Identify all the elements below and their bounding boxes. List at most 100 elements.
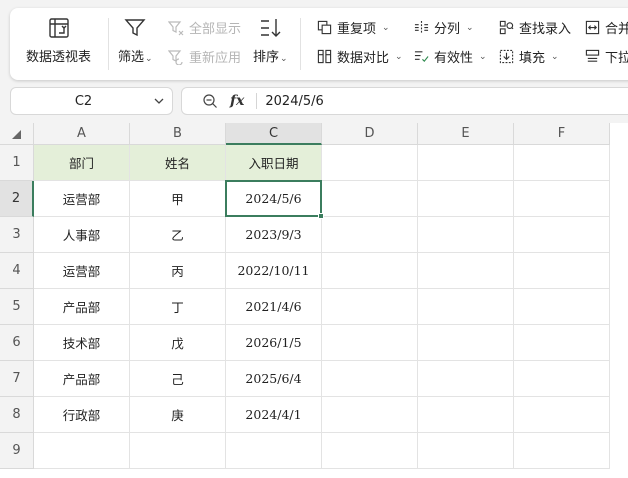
formula-bar[interactable]: fx 2024/5/6 (181, 87, 628, 115)
row-header-2[interactable]: 2 (0, 181, 34, 217)
dropdown-list-button[interactable]: 下拉 (585, 47, 628, 66)
cell-b2[interactable]: 甲 (130, 181, 226, 217)
zoom-icon[interactable] (202, 93, 218, 109)
column-header-c[interactable]: C (226, 123, 322, 145)
cell-b1[interactable]: 姓名 (130, 145, 226, 181)
row-header-1[interactable]: 1 (0, 145, 34, 181)
select-all-corner[interactable] (0, 123, 34, 145)
cell-d4[interactable] (322, 253, 418, 289)
cell-c4[interactable]: 2022/10/11 (226, 253, 322, 289)
cell-f9[interactable] (514, 433, 610, 469)
data-compare-button[interactable]: 数据对比 ⌄ (317, 47, 403, 66)
cell-b6[interactable]: 戊 (130, 325, 226, 361)
cell-a1[interactable]: 部门 (34, 145, 130, 181)
split-column-button[interactable]: 分列 ⌄ (414, 18, 474, 37)
cell-b8[interactable]: 庚 (130, 397, 226, 433)
merge-button[interactable]: 合并 (585, 18, 628, 37)
cell-d7[interactable] (322, 361, 418, 397)
cell-d5[interactable] (322, 289, 418, 325)
cell-c8[interactable]: 2024/4/1 (226, 397, 322, 433)
ribbon-divider (300, 18, 301, 70)
cell-c1[interactable]: 入职日期 (226, 145, 322, 181)
cell-a7[interactable]: 产品部 (34, 361, 130, 397)
pivot-table-label: 数据透视表 (26, 50, 92, 65)
cell-a3[interactable]: 人事部 (34, 217, 130, 253)
cell-c5[interactable]: 2021/4/6 (226, 289, 322, 325)
cell-a6[interactable]: 技术部 (34, 325, 130, 361)
cell-e3[interactable] (418, 217, 514, 253)
cell-f7[interactable] (514, 361, 610, 397)
cell-f6[interactable] (514, 325, 610, 361)
chevron-down-icon[interactable] (146, 95, 172, 107)
cell-b9[interactable] (130, 433, 226, 469)
name-box[interactable]: C2 (10, 87, 173, 115)
cell-b5[interactable]: 丁 (130, 289, 226, 325)
cell-a9[interactable] (34, 433, 130, 469)
split-column-icon (414, 20, 429, 35)
cell-f3[interactable] (514, 217, 610, 253)
duplicates-button[interactable]: 重复项 ⌄ (317, 18, 390, 37)
fill-label: 填充 (519, 51, 546, 66)
cell-a2[interactable]: 运营部 (34, 181, 130, 217)
row-header-5[interactable]: 5 (0, 289, 34, 325)
pivot-table-button[interactable]: 数据透视表 (26, 16, 91, 65)
cell-c3[interactable]: 2023/9/3 (226, 217, 322, 253)
show-all-button[interactable]: 全部显示 (168, 18, 241, 37)
row-header-4[interactable]: 4 (0, 253, 34, 289)
cell-c2[interactable]: 2024/5/6 (226, 181, 322, 217)
reapply-button[interactable]: 重新应用 (168, 47, 241, 66)
cell-e4[interactable] (418, 253, 514, 289)
filter-button[interactable]: 筛选⌄ (118, 16, 153, 65)
cell-b7[interactable]: 己 (130, 361, 226, 397)
column-header-e[interactable]: E (418, 123, 514, 145)
fill-handle[interactable] (318, 213, 324, 219)
fx-icon[interactable]: fx (230, 93, 244, 109)
row-header-7[interactable]: 7 (0, 361, 34, 397)
cell-d3[interactable] (322, 217, 418, 253)
cell-e1[interactable] (418, 145, 514, 181)
cell-e2[interactable] (418, 181, 514, 217)
cell-e5[interactable] (418, 289, 514, 325)
cell-c6[interactable]: 2026/1/5 (226, 325, 322, 361)
sort-button[interactable]: 排序⌄ (253, 16, 288, 65)
cell-f4[interactable] (514, 253, 610, 289)
lookup-entry-icon (499, 20, 514, 35)
cell-f2[interactable] (514, 181, 610, 217)
cell-d8[interactable] (322, 397, 418, 433)
cell-d6[interactable] (322, 325, 418, 361)
show-all-label: 全部显示 (189, 22, 242, 37)
column-header-b[interactable]: B (130, 123, 226, 145)
cell-e9[interactable] (418, 433, 514, 469)
column-header-d[interactable]: D (322, 123, 418, 145)
cell-a5[interactable]: 产品部 (34, 289, 130, 325)
cell-f8[interactable] (514, 397, 610, 433)
fill-button[interactable]: 填充 ⌄ (499, 47, 559, 66)
cell-a8[interactable]: 行政部 (34, 397, 130, 433)
column-header-f[interactable]: F (514, 123, 610, 145)
row-header-9[interactable]: 9 (0, 433, 34, 469)
cell-a4[interactable]: 运营部 (34, 253, 130, 289)
cell-d1[interactable] (322, 145, 418, 181)
cell-c9[interactable] (226, 433, 322, 469)
cell-b3[interactable]: 乙 (130, 217, 226, 253)
formula-input[interactable]: 2024/5/6 (265, 94, 323, 109)
row-header-8[interactable]: 8 (0, 397, 34, 433)
sort-icon (258, 16, 282, 40)
name-box-value: C2 (74, 93, 93, 109)
cell-f5[interactable] (514, 289, 610, 325)
cell-b4[interactable]: 丙 (130, 253, 226, 289)
cell-e8[interactable] (418, 397, 514, 433)
lookup-entry-button[interactable]: 查找录入 (499, 18, 571, 37)
cell-d2[interactable] (322, 181, 418, 217)
row-header-3[interactable]: 3 (0, 217, 34, 253)
cell-e6[interactable] (418, 325, 514, 361)
filter-label: 筛选 (118, 50, 145, 65)
cell-f1[interactable] (514, 145, 610, 181)
cell-e7[interactable] (418, 361, 514, 397)
column-header-a[interactable]: A (34, 123, 130, 145)
spreadsheet-grid[interactable]: A B C D E F 1 部门 姓名 入职日期 2 运营部甲 2024/5/6 3 人事部乙 2023/9/… (0, 123, 628, 478)
cell-d9[interactable] (322, 433, 418, 469)
cell-c7[interactable]: 2025/6/4 (226, 361, 322, 397)
row-header-6[interactable]: 6 (0, 325, 34, 361)
validation-button[interactable]: 有效性 ⌄ (414, 47, 487, 66)
